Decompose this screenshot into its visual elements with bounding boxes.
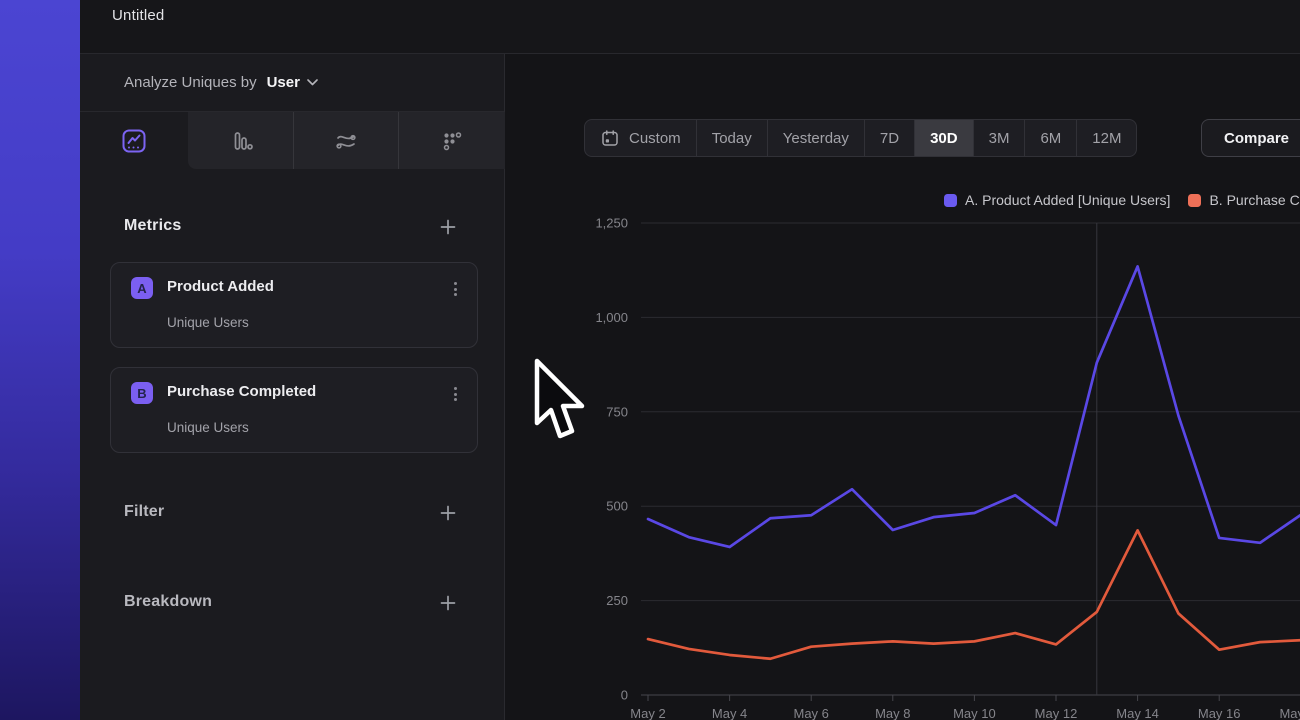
tab-dot-grid[interactable] bbox=[398, 112, 505, 169]
svg-text:May 14: May 14 bbox=[1116, 706, 1159, 720]
add-filter-button[interactable] bbox=[435, 500, 461, 526]
analyze-by-value: User bbox=[267, 74, 300, 91]
metric-name: Purchase Completed bbox=[167, 383, 316, 400]
svg-text:May 4: May 4 bbox=[712, 706, 747, 720]
add-metric-button[interactable] bbox=[435, 214, 461, 240]
svg-text:0: 0 bbox=[621, 688, 628, 703]
metrics-section-title: Metrics bbox=[124, 217, 181, 235]
chart-svg[interactable]: 0 250 500 750 1,000 1,250 May 2 May 4 May 6 May 8… bbox=[505, 54, 1300, 720]
plus-icon bbox=[439, 218, 457, 236]
metric-badge: A bbox=[131, 277, 153, 299]
svg-text:250: 250 bbox=[606, 593, 628, 608]
add-breakdown-button[interactable] bbox=[435, 590, 461, 616]
tab-flow-chart[interactable] bbox=[293, 112, 398, 169]
svg-text:1,250: 1,250 bbox=[595, 216, 628, 231]
left-gradient-rail bbox=[0, 0, 80, 720]
chart-panel: Custom Today Yesterday 7D 30D 3M 6M 12M … bbox=[505, 54, 1300, 720]
chevron-down-icon bbox=[307, 79, 318, 86]
analyze-by-dropdown[interactable]: User bbox=[267, 74, 318, 91]
tab-line-chart[interactable] bbox=[80, 112, 188, 169]
breakdown-section-title: Breakdown bbox=[124, 593, 212, 611]
metric-options-button[interactable] bbox=[452, 385, 459, 403]
bar-chart-icon bbox=[229, 129, 253, 153]
line-chart-icon bbox=[120, 127, 148, 155]
top-bar: Untitled bbox=[80, 0, 1300, 54]
filter-section-title: Filter bbox=[124, 503, 164, 521]
flow-chart-icon bbox=[334, 129, 358, 153]
metric-options-button[interactable] bbox=[452, 280, 459, 298]
analyze-row: Analyze Uniques by User bbox=[80, 54, 504, 112]
svg-text:May 10: May 10 bbox=[953, 706, 996, 720]
plus-icon bbox=[439, 504, 457, 522]
plus-icon bbox=[439, 594, 457, 612]
analyze-label: Analyze Uniques by bbox=[124, 74, 257, 91]
metric-measure: Unique Users bbox=[167, 315, 249, 330]
dot-grid-icon bbox=[440, 129, 464, 153]
svg-text:May 6: May 6 bbox=[793, 706, 828, 720]
query-builder-panel: Analyze Uniques by User bbox=[80, 54, 505, 720]
tab-bar-chart[interactable] bbox=[188, 112, 293, 169]
svg-text:1,000: 1,000 bbox=[595, 310, 628, 325]
metric-name: Product Added bbox=[167, 278, 274, 295]
report-title: Untitled bbox=[112, 7, 164, 24]
svg-text:May 8: May 8 bbox=[875, 706, 910, 720]
metric-measure: Unique Users bbox=[167, 420, 249, 435]
metric-card-b[interactable]: B Purchase Completed Unique Users bbox=[110, 367, 478, 453]
svg-text:May 18: May 18 bbox=[1279, 706, 1300, 720]
metric-badge: B bbox=[131, 382, 153, 404]
metric-card-a[interactable]: A Product Added Unique Users bbox=[110, 262, 478, 348]
svg-text:May 12: May 12 bbox=[1035, 706, 1078, 720]
svg-text:May 2: May 2 bbox=[630, 706, 665, 720]
svg-text:May 16: May 16 bbox=[1198, 706, 1241, 720]
svg-text:750: 750 bbox=[606, 404, 628, 419]
svg-text:500: 500 bbox=[606, 499, 628, 514]
